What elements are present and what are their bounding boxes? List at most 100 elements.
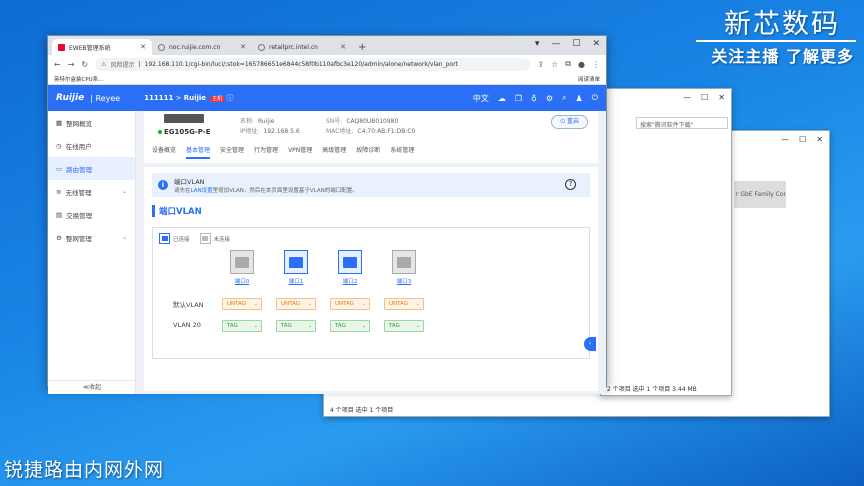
tab-noc[interactable]: noc.ruijie.com.cn ✕ [152, 39, 252, 55]
network-adapter-item[interactable]: r GbE Family Contr... [734, 181, 786, 208]
kv-value: C4:70:AB:F1:DB:C0 [357, 128, 416, 135]
address-bar[interactable]: ⚠ 风险提示 | 192.168.110.1/cgi-bin/luci/;sto… [95, 57, 531, 71]
sidebar-item-wireless[interactable]: ≋ 无线管理 ⌄ [48, 180, 135, 203]
select-value: TAG [281, 323, 292, 329]
maximize-icon[interactable]: ☐ [572, 39, 580, 49]
port-3[interactable]: 端口3 [391, 250, 417, 285]
reboot-button[interactable]: ⏻ 重启 [551, 115, 588, 129]
extensions-icon[interactable]: ⧉ [565, 59, 571, 69]
tab-advanced[interactable]: 高级管理 [322, 145, 346, 159]
sidebar: ▦ 整网概览 ◷ 在线用户 ▭ 路由管理 ≋ 无线管理 ⌄ ▤ 交换管理 ⚙ 整网管理 ⌄ ≪收… [48, 111, 136, 394]
port-label[interactable]: 端口3 [391, 277, 417, 285]
floating-help-bubble[interactable]: ‹ [584, 337, 596, 351]
section-title: 端口VLAN [152, 205, 590, 217]
help-icon[interactable]: ? [565, 179, 576, 190]
crumb-network[interactable]: 111111 [144, 94, 173, 102]
device-model: EG105G-P-E [158, 128, 210, 136]
profile-icon[interactable]: ● [578, 60, 585, 69]
network-icon[interactable]: ⚙ [546, 94, 553, 103]
sidebar-item-switch[interactable]: ▤ 交换管理 [48, 203, 135, 226]
overlay-title: 新芯数码 [724, 9, 840, 40]
sidebar-item-network[interactable]: ⚙ 整网管理 ⌄ [48, 226, 135, 249]
lan-settings-link[interactable]: LAN设置 [191, 188, 213, 194]
close-tab-icon[interactable]: ✕ [340, 43, 346, 51]
info-title: 端口VLAN [174, 178, 205, 186]
warning-icon[interactable]: ⚠ [101, 61, 106, 68]
reading-list[interactable]: 阅读清单 [578, 75, 600, 83]
header-actions: 中文 ☁ ❐ ♁ ⚙ ⌕ ♟ ⏻ [473, 93, 598, 104]
port2-default-vlan-select[interactable]: UNTAG ⌄ [330, 298, 370, 310]
port0-vlan20-select[interactable]: TAG ⌄ [222, 320, 262, 332]
reload-icon[interactable]: ↻ [81, 60, 88, 69]
language-select[interactable]: 中文 [473, 93, 489, 104]
info-icon[interactable]: ⓘ [227, 94, 234, 102]
port3-default-vlan-select[interactable]: UNTAG ⌄ [384, 298, 424, 310]
device-ip: IP地址: 192.168.5.6 [240, 126, 300, 135]
maximize-icon[interactable]: ☐ [799, 135, 806, 144]
tab-search-icon[interactable]: ▾ [535, 39, 540, 49]
close-icon[interactable]: ✕ [592, 39, 600, 49]
bookmark-intel[interactable]: 英特尔盒装CPU系... [54, 75, 103, 83]
collapse-sidebar-button[interactable]: ≪收起 [48, 380, 136, 394]
url-text[interactable]: 192.168.110.1/cgi-bin/luci/;stok=1657866… [145, 61, 458, 68]
port3-vlan20-select[interactable]: TAG ⌄ [384, 320, 424, 332]
close-icon[interactable]: ✕ [718, 93, 725, 102]
explorer-window-front[interactable]: — ☐ ✕ 搜索"腾讯软件下载" 2 个项目 选中 1 个项目 3.44 MB [600, 88, 732, 396]
search-icon[interactable]: ⌕ [562, 93, 566, 103]
close-icon[interactable]: ✕ [816, 135, 823, 144]
chevron-down-icon: ⌄ [307, 323, 312, 329]
minimize-icon[interactable]: — [551, 39, 560, 49]
port-label[interactable]: 端口1 [283, 277, 309, 285]
port-2[interactable]: 端口2 [337, 250, 363, 285]
port1-vlan20-select[interactable]: TAG ⌄ [276, 320, 316, 332]
tab-eweb[interactable]: EWEB管理系统 ✕ [52, 39, 152, 55]
port-legend: 已连接 未连接 [159, 233, 230, 244]
copy-icon[interactable]: ❐ [515, 94, 522, 103]
new-tab-button[interactable]: + [352, 42, 372, 55]
close-tab-icon[interactable]: ✕ [240, 43, 246, 51]
tab-system[interactable]: 系统管理 [390, 145, 414, 159]
tab-diagnostics[interactable]: 故障诊断 [356, 145, 380, 159]
forward-icon[interactable]: → [68, 60, 75, 69]
share-icon[interactable]: ⇪ [537, 60, 544, 69]
nav-tabs: 设备概览 基本管理 安全管理 行为管理 VPN管理 高级管理 故障诊断 系统管理 [152, 145, 414, 159]
sidebar-item-router[interactable]: ▭ 路由管理 [48, 157, 135, 180]
device-model-text: EG105G-P-E [164, 128, 211, 136]
legend-label: 已连接 [173, 236, 190, 243]
grid-icon: ▦ [56, 118, 63, 127]
port0-default-vlan-select[interactable]: UNTAG ⌄ [222, 298, 262, 310]
breadcrumb[interactable]: 111111 > Ruijie 主机 ⓘ [144, 93, 234, 103]
close-tab-icon[interactable]: ✕ [140, 43, 146, 51]
tab-intel[interactable]: retailprc.intel.cn ✕ [252, 39, 352, 55]
port-label[interactable]: 端口0 [229, 277, 255, 285]
maximize-icon[interactable]: ☐ [701, 93, 708, 102]
explorer-search-input[interactable]: 搜索"腾讯软件下载" [636, 117, 728, 129]
tab-basic-management[interactable]: 基本管理 [186, 145, 211, 159]
user-icon[interactable]: ♟ [576, 94, 583, 103]
menu-icon[interactable]: ⋮ [592, 60, 600, 69]
select-value: UNTAG [281, 301, 301, 307]
tab-device-overview[interactable]: 设备概览 [152, 145, 176, 159]
port-0[interactable]: 端口0 [229, 250, 255, 285]
bulb-icon[interactable]: ♁ [531, 94, 537, 103]
tab-vpn[interactable]: VPN管理 [288, 145, 312, 159]
minimize-icon[interactable]: — [781, 135, 789, 144]
globe-icon [258, 43, 265, 51]
logout-icon[interactable]: ⏻ [592, 93, 598, 103]
cloud-icon[interactable]: ☁ [498, 94, 506, 103]
port1-default-vlan-select[interactable]: UNTAG ⌄ [276, 298, 316, 310]
minimize-icon[interactable]: — [683, 93, 691, 102]
crumb-device[interactable]: Ruijie [184, 94, 206, 102]
star-icon[interactable]: ☆ [551, 60, 558, 69]
security-warning-label[interactable]: 风险提示 [111, 60, 135, 69]
port2-vlan20-select[interactable]: TAG ⌄ [330, 320, 370, 332]
explorer-window-controls[interactable]: — ☐ ✕ [601, 89, 731, 105]
sidebar-item-online-users[interactable]: ◷ 在线用户 [48, 134, 135, 157]
port-1[interactable]: 端口1 [283, 250, 309, 285]
tab-security[interactable]: 安全管理 [220, 145, 244, 159]
port-label[interactable]: 端口2 [337, 277, 363, 285]
browser-window[interactable]: EWEB管理系统 ✕ noc.ruijie.com.cn ✕ retailprc… [47, 35, 607, 394]
sidebar-item-overview[interactable]: ▦ 整网概览 [48, 111, 135, 134]
back-icon[interactable]: ← [54, 60, 61, 69]
tab-behavior[interactable]: 行为管理 [254, 145, 278, 159]
